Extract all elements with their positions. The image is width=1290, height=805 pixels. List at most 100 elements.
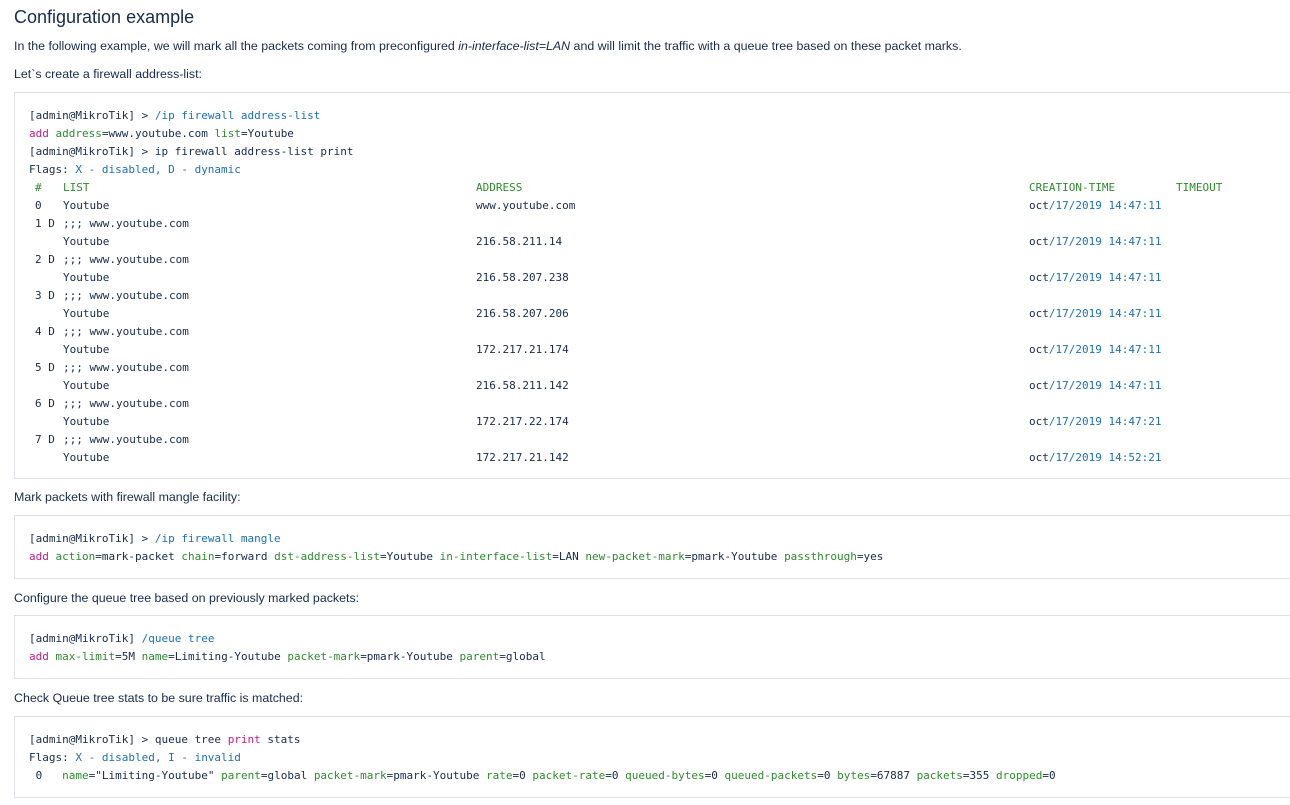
row-comment: ;;; www.youtube.com	[63, 397, 189, 410]
code-line: [admin@MikroTik] > ip firewall address-l…	[29, 145, 354, 158]
header-num: #	[35, 181, 42, 194]
value: =355	[962, 769, 997, 782]
row-address: 216.58.211.142	[476, 379, 569, 392]
code-block-queue-tree[interactable]: [admin@MikroTik] /queue tree add max-limi…	[14, 615, 1290, 679]
row-address: 216.58.207.238	[476, 271, 569, 284]
value: =0	[704, 769, 725, 782]
intro-emphasis: in-interface-list=LAN	[458, 39, 571, 53]
table-row: Youtube 216.58.211.14 oct/17/2019 14:47:11	[29, 233, 1290, 251]
date-month: oct	[1029, 379, 1049, 392]
row-number: 0	[35, 199, 42, 212]
value: =pmark-Youtube	[360, 650, 460, 663]
code-line: add address=www.youtube.com list=Youtube	[29, 125, 1290, 143]
value: =global	[499, 650, 546, 663]
header-timeout: TIMEOUT	[1176, 181, 1223, 194]
date-rest: /17/2019 14:47:11	[1048, 271, 1162, 284]
table-row-comment: 7 D ;;; www.youtube.com	[29, 431, 1290, 449]
date-month: oct	[1029, 235, 1049, 248]
value: =0	[1042, 769, 1056, 782]
value: =www.youtube.com	[101, 127, 215, 140]
prompt: [admin@MikroTik] >	[29, 532, 155, 545]
intro-before: In the following example, we will mark a…	[14, 39, 459, 53]
command: /ip firewall mangle	[154, 532, 281, 545]
row-number: 4 D	[35, 325, 55, 338]
attr: dst-address-list	[274, 550, 381, 563]
code-line: Flags: X - disabled, I - invalid	[29, 749, 1290, 767]
date-rest: /17/2019 14:47:11	[1048, 199, 1162, 212]
row-list: Youtube	[63, 379, 110, 392]
attr: queued-packets	[724, 769, 818, 782]
table-row: Youtube 172.217.21.174 oct/17/2019 14:47:1…	[29, 341, 1290, 359]
row-list: Youtube	[63, 307, 110, 320]
row-creation-time: oct/17/2019 14:47:11	[1029, 377, 1161, 395]
code-line: add max-limit=5M name=Limiting-Youtube p…	[29, 648, 1290, 666]
row-address: 172.217.22.174	[476, 415, 569, 428]
row-address: 172.217.21.142	[476, 451, 569, 464]
code-line: 0 name="Limiting-Youtube" parent=global …	[29, 767, 1290, 785]
header-creation-time: CREATION-TIME	[1029, 181, 1116, 194]
table-row: Youtube 172.217.21.142 oct/17/2019 14:52:2…	[29, 449, 1290, 467]
row-creation-time: oct/17/2019 14:47:11	[1029, 305, 1161, 323]
row-list: Youtube	[63, 235, 110, 248]
address-list-rows: 0 Youtube www.youtube.com oct/17/2019 14:47…	[29, 197, 1290, 467]
date-month: oct	[1029, 307, 1049, 320]
attr: name	[62, 769, 89, 782]
date-rest: /17/2019 14:52:21	[1048, 451, 1162, 464]
code-block-address-list[interactable]: [admin@MikroTik] > /ip firewall address-…	[14, 92, 1290, 479]
row-number: 3 D	[35, 289, 55, 302]
value: =mark-packet	[95, 550, 182, 563]
row-number: 2 D	[35, 253, 55, 266]
table-row-comment: 6 D ;;; www.youtube.com	[29, 395, 1290, 413]
attr: max-limit	[55, 650, 116, 663]
attr: address	[55, 127, 102, 140]
code-line: [admin@MikroTik] > queue tree print stat…	[29, 731, 1290, 749]
value: =Youtube	[240, 127, 294, 140]
table-row: 0 Youtube www.youtube.com oct/17/2019 14:47…	[29, 197, 1290, 215]
attr: dropped	[996, 769, 1043, 782]
date-month: oct	[1029, 343, 1049, 356]
code-block-mangle[interactable]: [admin@MikroTik] > /ip firewall mangle ad…	[14, 515, 1290, 579]
table-row-comment: 4 D ;;; www.youtube.com	[29, 323, 1290, 341]
row-creation-time: oct/17/2019 14:47:21	[1029, 413, 1161, 431]
row-comment: ;;; www.youtube.com	[63, 289, 189, 302]
row-creation-time: oct/17/2019 14:47:11	[1029, 233, 1161, 251]
value: =pmark-Youtube	[684, 550, 785, 563]
table-row-comment: 5 D ;;; www.youtube.com	[29, 359, 1290, 377]
attr: passthrough	[784, 550, 857, 563]
header-list: LIST	[63, 181, 90, 194]
table-header: # LIST ADDRESS CREATION-TIME TIMEOUT	[29, 179, 1290, 197]
date-rest: /17/2019 14:47:21	[1048, 415, 1162, 428]
date-rest: /17/2019 14:47:11	[1048, 379, 1162, 392]
attr: parent	[459, 650, 500, 663]
attr: packets	[916, 769, 963, 782]
value: =LAN	[552, 550, 586, 563]
value: =0	[817, 769, 838, 782]
attr: packet-mark	[313, 769, 387, 782]
row-address: 172.217.21.174	[476, 343, 569, 356]
prompt: [admin@MikroTik]	[29, 632, 142, 645]
code-line: [admin@MikroTik] > /ip firewall mangle	[29, 530, 1290, 548]
code-line: Flags: X - disabled, D - dynamic	[29, 161, 1290, 179]
prompt: [admin@MikroTik] > queue tree	[29, 733, 228, 746]
attr: bytes	[837, 769, 871, 782]
table-row-comment: 1 D ;;; www.youtube.com	[29, 215, 1290, 233]
row-comment: ;;; www.youtube.com	[63, 217, 189, 230]
code-block-stats[interactable]: [admin@MikroTik] > queue tree print stat…	[14, 716, 1290, 798]
date-month: oct	[1029, 451, 1049, 464]
table-row: Youtube 216.58.207.206 oct/17/2019 14:47:1…	[29, 305, 1290, 323]
row-list: Youtube	[63, 343, 110, 356]
code-line: add action=mark-packet chain=forward dst…	[29, 548, 1290, 566]
header-address: ADDRESS	[476, 181, 523, 194]
add-keyword: add	[29, 650, 49, 663]
date-month: oct	[1029, 415, 1049, 428]
row-number: 5 D	[35, 361, 55, 374]
code-line: [admin@MikroTik] > /ip firewall address-…	[29, 107, 1290, 125]
attr: rate	[486, 769, 513, 782]
table-row-comment: 3 D ;;; www.youtube.com	[29, 287, 1290, 305]
intro-after: and will limit the traffic with a queue …	[570, 39, 962, 53]
flags-label: Flags:	[29, 163, 76, 176]
page: Configuration example In the following e…	[0, 0, 1290, 805]
row-list: Youtube	[63, 415, 110, 428]
value: =0	[605, 769, 626, 782]
value: =Youtube	[380, 550, 440, 563]
